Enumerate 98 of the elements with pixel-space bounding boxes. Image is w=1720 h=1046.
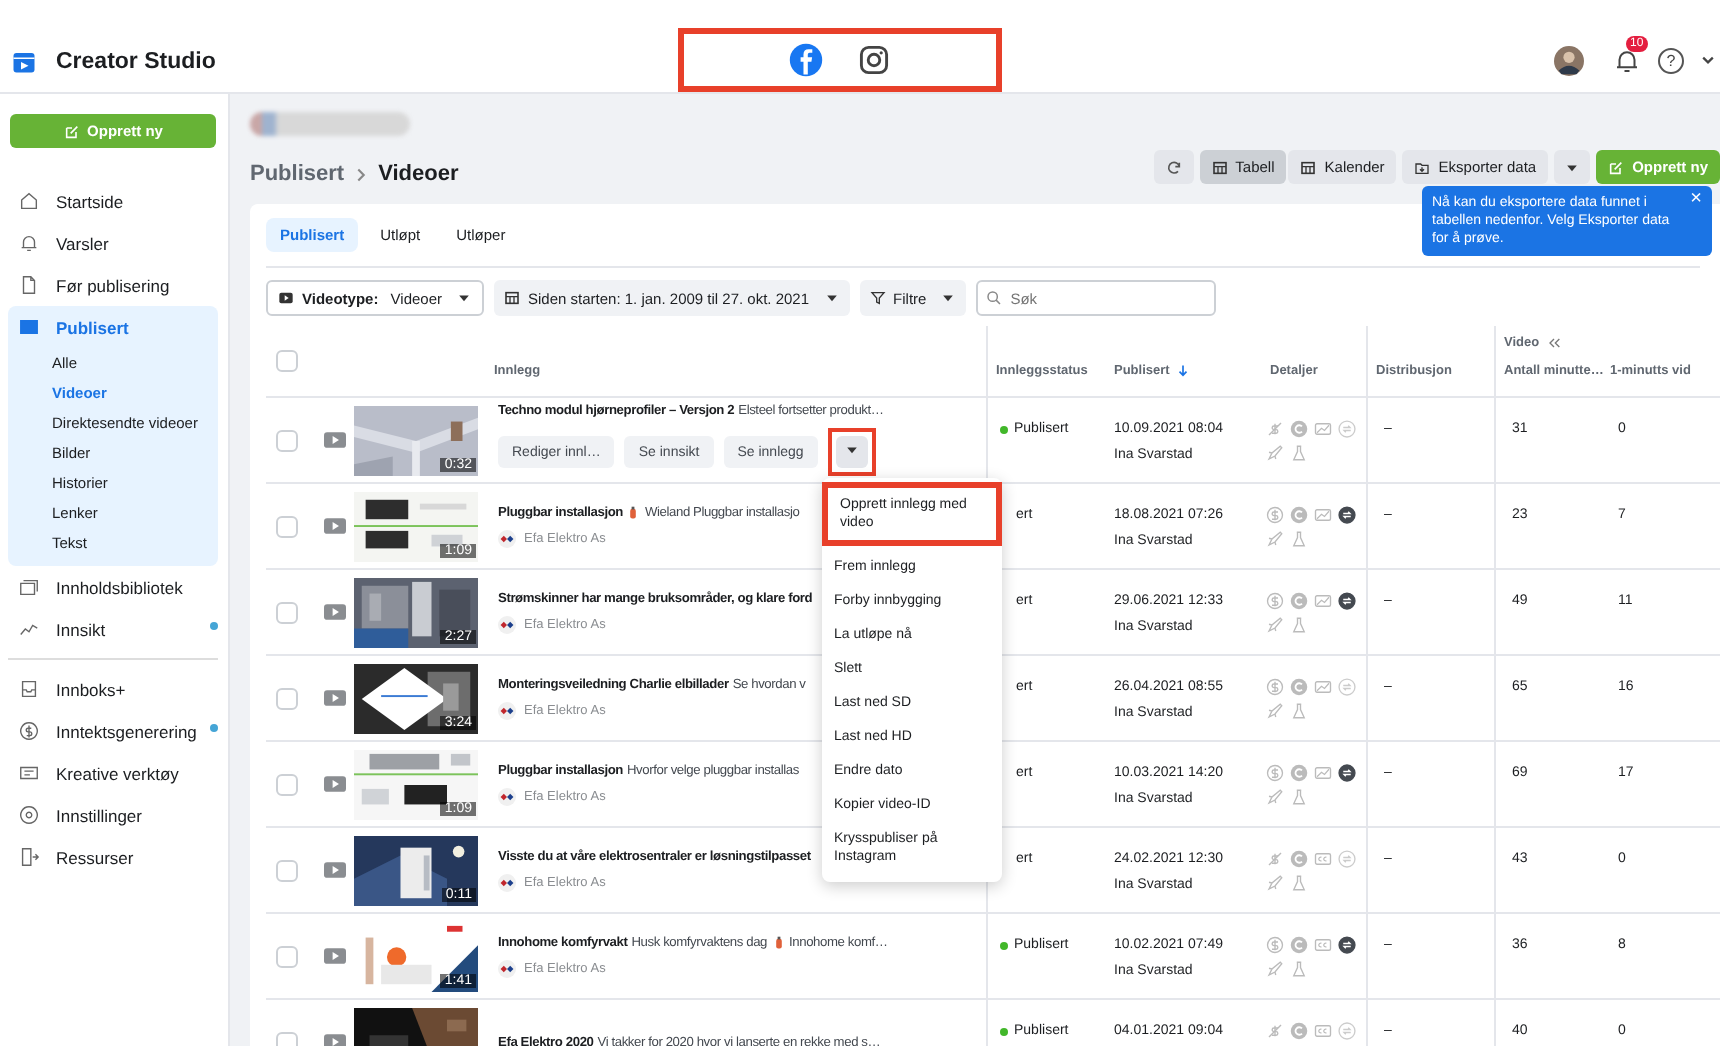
rocket-icon bbox=[1266, 960, 1284, 978]
rocket-icon bbox=[1266, 788, 1284, 806]
page-logo-icon bbox=[498, 529, 516, 547]
chevron-right-icon bbox=[352, 165, 371, 183]
app-title: Creator Studio bbox=[56, 49, 216, 73]
video-icon bbox=[324, 862, 346, 878]
export-options-button[interactable] bbox=[1554, 150, 1591, 184]
breadcrumb-current: Videoer bbox=[378, 162, 459, 186]
sidebar-item[interactable]: Innsikt bbox=[8, 608, 218, 650]
row-checkbox[interactable] bbox=[276, 515, 298, 537]
rocket-icon bbox=[1266, 702, 1284, 720]
page-logo-icon bbox=[498, 701, 516, 719]
rocket-icon bbox=[1266, 874, 1284, 892]
table-icon bbox=[1211, 159, 1228, 175]
page-logo-icon bbox=[498, 959, 516, 977]
filter-icon bbox=[869, 290, 886, 306]
sidebar-item[interactable]: Innholdsbibliotek bbox=[8, 566, 218, 608]
settings-icon bbox=[18, 804, 40, 826]
sidebar-item[interactable]: Inntektsgenerering bbox=[8, 710, 218, 752]
more-options-button[interactable] bbox=[835, 436, 868, 468]
breadcrumb-link[interactable]: Publisert bbox=[250, 162, 345, 186]
caret-icon bbox=[940, 290, 957, 306]
select-all-checkbox[interactable] bbox=[276, 350, 298, 372]
calendar-icon bbox=[504, 290, 521, 306]
edit-icon bbox=[1608, 159, 1625, 175]
caret-icon bbox=[843, 442, 860, 458]
row-checkbox[interactable] bbox=[276, 859, 298, 881]
close-button[interactable]: × bbox=[1690, 190, 1702, 208]
bell-icon bbox=[18, 232, 40, 254]
video-icon bbox=[324, 432, 346, 448]
line-chart-icon bbox=[18, 618, 40, 640]
video-icon bbox=[324, 948, 346, 964]
page-logo-icon bbox=[498, 787, 516, 805]
calendar-window-icon bbox=[18, 316, 40, 338]
notifications-icon[interactable] bbox=[1612, 45, 1642, 75]
sidebar-item[interactable]: Innboks+ bbox=[8, 668, 218, 710]
copyright-icon bbox=[1290, 1022, 1308, 1040]
collapse-icon[interactable] bbox=[1545, 336, 1562, 350]
sidebar-item[interactable]: Startside bbox=[8, 180, 218, 222]
emoji-icon bbox=[771, 935, 786, 949]
sidebar-item[interactable]: Innstillinger bbox=[8, 794, 218, 836]
edit-icon bbox=[63, 123, 80, 139]
flask-icon bbox=[1290, 616, 1308, 634]
copyright-icon bbox=[1290, 678, 1308, 696]
search-icon bbox=[986, 290, 1003, 306]
document-icon bbox=[18, 274, 40, 296]
video-icon bbox=[324, 776, 346, 792]
copyright-icon bbox=[1290, 506, 1308, 524]
rocket-icon bbox=[1266, 444, 1284, 462]
row-checkbox[interactable] bbox=[276, 687, 298, 709]
sidebar-item[interactable]: Publisert bbox=[8, 306, 218, 348]
copyright-icon bbox=[1290, 850, 1308, 868]
video-icon bbox=[324, 604, 346, 620]
refresh-icon bbox=[1165, 159, 1182, 175]
sidebar-item[interactable]: Kreative verktøy bbox=[8, 752, 218, 794]
exit-door-icon bbox=[18, 846, 40, 868]
chevron-down-icon[interactable] bbox=[1700, 52, 1716, 68]
copyright-icon bbox=[1290, 592, 1308, 610]
help-button[interactable]: ? bbox=[1658, 47, 1684, 73]
row-checkbox[interactable] bbox=[276, 601, 298, 623]
flask-icon bbox=[1290, 960, 1308, 978]
table-icon bbox=[1300, 159, 1317, 175]
row-checkbox[interactable] bbox=[276, 773, 298, 795]
sidebar-item[interactable]: Ressurser bbox=[8, 836, 218, 878]
emoji-icon bbox=[626, 505, 641, 519]
video-icon bbox=[324, 690, 346, 706]
flask-icon bbox=[1290, 702, 1308, 720]
dollar-icon bbox=[18, 720, 40, 742]
facebook-icon[interactable] bbox=[788, 42, 824, 78]
copyright-icon bbox=[1290, 764, 1308, 782]
creator-studio-logo-icon bbox=[12, 49, 36, 73]
row-checkbox[interactable] bbox=[276, 945, 298, 967]
avatar[interactable] bbox=[1554, 45, 1584, 75]
rocket-icon bbox=[1266, 530, 1284, 548]
page-logo-icon bbox=[498, 615, 516, 633]
stacked-images-icon bbox=[18, 576, 40, 598]
page-logo-icon bbox=[498, 873, 516, 891]
video-icon bbox=[278, 290, 294, 306]
flask-icon bbox=[1290, 444, 1308, 462]
video-icon bbox=[324, 518, 346, 534]
flask-icon bbox=[1290, 530, 1308, 548]
copyright-icon bbox=[1290, 420, 1308, 438]
home-icon bbox=[18, 190, 40, 212]
caret-icon bbox=[456, 290, 473, 306]
folder-download-icon bbox=[1414, 159, 1431, 175]
refresh-button[interactable] bbox=[1153, 150, 1194, 184]
window-icon bbox=[18, 762, 40, 784]
sidebar-item[interactable]: Før publisering bbox=[8, 264, 218, 306]
sort-arrow-icon[interactable] bbox=[1175, 364, 1190, 378]
row-checkbox[interactable] bbox=[276, 429, 298, 451]
instagram-icon[interactable] bbox=[856, 42, 892, 78]
caret-icon bbox=[823, 290, 840, 306]
flask-icon bbox=[1290, 874, 1308, 892]
flask-icon bbox=[1290, 788, 1308, 806]
rocket-icon bbox=[1266, 616, 1284, 634]
sidebar-item[interactable]: Varsler bbox=[8, 222, 218, 264]
inbox-icon bbox=[18, 678, 40, 700]
copyright-icon bbox=[1290, 936, 1308, 954]
